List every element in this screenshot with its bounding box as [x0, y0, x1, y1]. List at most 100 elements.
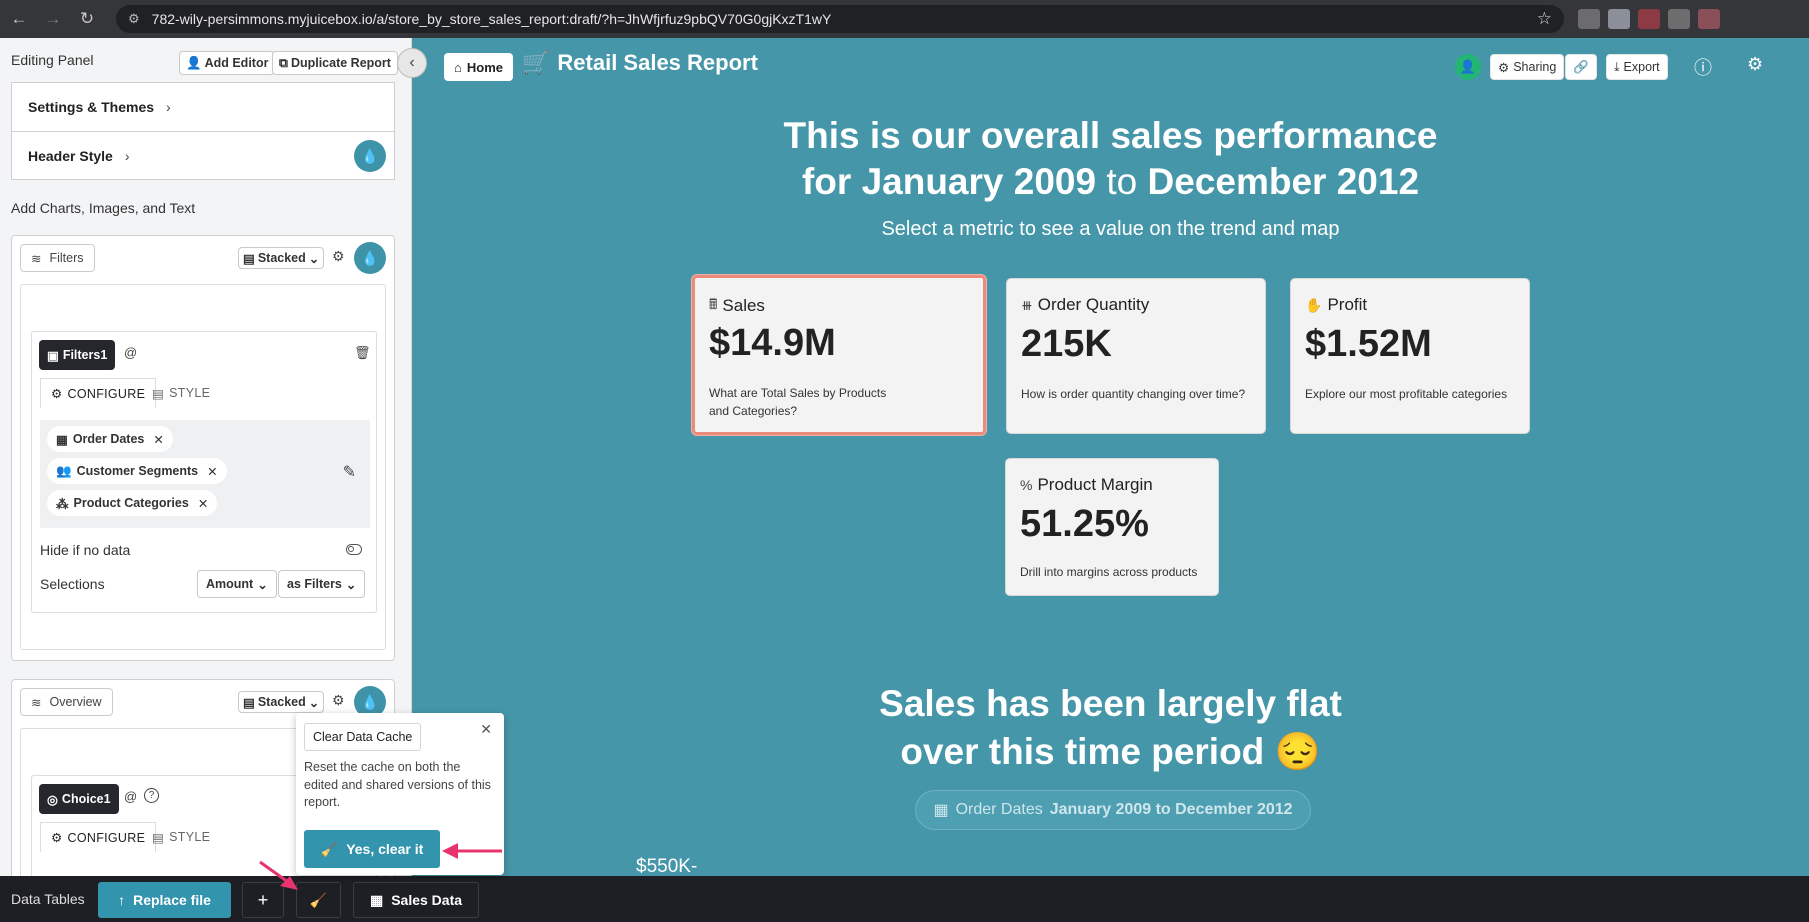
metric-card-product-margin[interactable]: % Product Margin 51.25% Drill into margin… — [1005, 458, 1219, 596]
as-filters-label: as Filters — [287, 577, 342, 591]
headline-line1: This is our overall sales performance — [783, 115, 1438, 156]
layout-select[interactable]: ▤ Stacked ⌄ — [238, 691, 325, 713]
export-button[interactable]: ⤓ Export — [1606, 54, 1668, 80]
tab-configure[interactable]: ⚙ CONFIGURE — [40, 822, 157, 852]
tab-style[interactable]: ▤ STYLE — [142, 378, 220, 408]
add-editor-button[interactable]: 👤 Add Editor — [179, 51, 276, 75]
calendar-icon: ▦ — [56, 432, 68, 447]
settings-themes-label: Settings & Themes — [28, 99, 155, 115]
mention-icon[interactable]: @ — [124, 789, 137, 804]
bookmark-star-icon[interactable]: ☆ — [1537, 9, 1552, 29]
tab-style-label: STYLE — [169, 386, 211, 400]
data-tables-label: Data Tables — [11, 891, 85, 907]
metric-description: Drill into margins across products — [1020, 565, 1198, 579]
site-info-icon[interactable]: ⚙ — [128, 11, 140, 27]
extension-icon[interactable] — [1638, 9, 1660, 29]
browser-toolbar: ← → ↻ ⚙ 782-wily-persimmons.myjuicebox.i… — [0, 0, 1809, 38]
remove-icon[interactable]: ✕ — [153, 432, 163, 447]
replace-file-button[interactable]: ↑ Replace file — [98, 882, 231, 918]
extension-icon[interactable] — [1608, 9, 1630, 29]
close-icon[interactable]: ✕ — [480, 721, 492, 738]
header-style-row[interactable]: Header Style › 💧 — [12, 131, 394, 179]
pill-product-categories[interactable]: ⁂ Product Categories ✕ — [47, 490, 218, 516]
settings-gear-icon[interactable]: ⚙ — [1747, 54, 1763, 75]
metric-title-text: Profit — [1327, 295, 1368, 314]
metric-title: ⧻ Order Quantity — [1021, 295, 1149, 315]
address-bar[interactable]: ⚙ 782-wily-persimmons.myjuicebox.io/a/st… — [116, 5, 1564, 33]
hide-if-no-data-label: Hide if no data — [40, 542, 131, 558]
user-icon[interactable]: 👤 — [1455, 54, 1481, 80]
tab-style-label: STYLE — [169, 830, 211, 844]
settings-themes-row[interactable]: Settings & Themes › — [12, 83, 394, 131]
extension-icon[interactable] — [1668, 9, 1690, 29]
choice1-chip[interactable]: ◎ Choice1 — [39, 784, 119, 814]
add-editor-label: Add Editor — [204, 56, 269, 70]
download-icon: ⤓ — [1614, 59, 1620, 74]
headline-subtitle: Select a metric to see a value on the tr… — [881, 218, 1340, 240]
popover-title: Clear Data Cache — [304, 723, 422, 751]
link-icon: 🔗 — [1573, 59, 1589, 74]
remove-icon[interactable]: ✕ — [207, 464, 217, 479]
overview-tag[interactable]: ≋ Overview — [20, 688, 113, 716]
amount-select[interactable]: Amount ⌄ — [197, 570, 277, 598]
choice-icon: ◎ — [47, 792, 58, 807]
forward-icon[interactable]: → — [38, 4, 68, 34]
as-filters-select[interactable]: as Filters ⌄ — [278, 570, 366, 598]
sharing-button[interactable]: ⚙ Sharing — [1490, 54, 1565, 80]
metric-value: 215K — [1021, 323, 1112, 365]
duplicate-report-button[interactable]: ⧉ Duplicate Report — [272, 51, 398, 75]
tab-configure-label: CONFIGURE — [67, 830, 146, 845]
clear-cache-confirm-button[interactable]: 🧹 Yes, clear it — [304, 830, 440, 868]
extension-icon[interactable] — [1698, 9, 1720, 29]
chart-axis-label: $550K- — [636, 856, 698, 876]
gear-icon[interactable]: ⚙ — [332, 248, 345, 265]
help-icon[interactable]: ⓘ — [1694, 54, 1712, 80]
help-icon[interactable]: ? — [144, 788, 159, 803]
sales-data-tab[interactable]: ▦ Sales Data — [353, 882, 479, 918]
hide-toggle[interactable] — [346, 544, 362, 555]
report-title-text: Retail Sales Report — [557, 50, 758, 75]
extension-icon[interactable] — [1578, 9, 1600, 29]
reload-icon[interactable]: ↻ — [72, 4, 102, 34]
sharing-group: ⚙ Sharing 🔗 — [1490, 54, 1597, 80]
amount-label: Amount — [206, 577, 254, 591]
gear-icon: ⚙ — [51, 387, 63, 401]
chevron-left-icon: ‹ — [409, 54, 415, 71]
cart-icon: 🛒 — [522, 50, 550, 75]
metric-card-profit[interactable]: ✋ Profit $1.52M Explore our most profitab… — [1290, 278, 1530, 434]
style-icon: ▤ — [152, 830, 165, 845]
link-button[interactable]: 🔗 — [1565, 54, 1597, 80]
popover-text: Reset the cache on both the edited and s… — [304, 760, 491, 809]
pencil-icon[interactable]: ✎ — [343, 462, 356, 482]
collapse-panel-button[interactable]: ‹ — [397, 48, 427, 78]
trash-icon[interactable]: 🗑 — [354, 345, 371, 361]
order-dates-filter-pill[interactable]: ▦ Order Dates January 2009 to December 2… — [915, 790, 1311, 830]
layout-select[interactable]: ▤ Stacked ⌄ — [238, 247, 325, 269]
home-button[interactable]: ⌂ Home — [444, 53, 513, 81]
pill-order-dates[interactable]: ▦ Order Dates ✕ — [47, 426, 173, 452]
tab-style[interactable]: ▤ STYLE — [142, 822, 220, 852]
mention-icon[interactable]: @ — [124, 345, 137, 360]
droplet-icon[interactable]: 💧 — [354, 140, 386, 172]
filters1-chip[interactable]: ▣ Filters1 — [39, 340, 116, 370]
layers-icon: ≋ — [31, 251, 42, 266]
droplet-icon[interactable]: 💧 — [354, 242, 386, 274]
filters-tag[interactable]: ≋ Filters — [20, 244, 95, 272]
cash-register-icon: 🖩 — [709, 296, 718, 312]
remove-icon[interactable]: ✕ — [198, 496, 208, 511]
metric-card-order-quantity[interactable]: ⧻ Order Quantity 215K How is order quanti… — [1006, 278, 1266, 434]
gear-icon[interactable]: ⚙ — [332, 692, 345, 709]
back-icon[interactable]: ← — [4, 4, 34, 34]
duplicate-report-label: Duplicate Report — [290, 56, 391, 70]
quantity-icon: ⧻ — [1021, 296, 1033, 313]
date-pill-label: Order Dates — [955, 801, 1043, 818]
tab-configure[interactable]: ⚙ CONFIGURE — [40, 378, 157, 408]
home-icon: ⌂ — [454, 59, 462, 75]
tab-configure-label: CONFIGURE — [67, 386, 146, 401]
gear-icon: ⚙ — [1498, 60, 1510, 75]
date-pill-value: January 2009 to December 2012 — [1049, 801, 1293, 818]
add-user-icon: 👤 — [186, 55, 202, 70]
metric-card-sales[interactable]: 🖩 Sales $14.9M What are Total Sales by Pr… — [692, 275, 986, 435]
pill-customer-segments[interactable]: 👥 Customer Segments ✕ — [47, 458, 227, 484]
headline-date-start: for January 2009 — [801, 161, 1097, 202]
